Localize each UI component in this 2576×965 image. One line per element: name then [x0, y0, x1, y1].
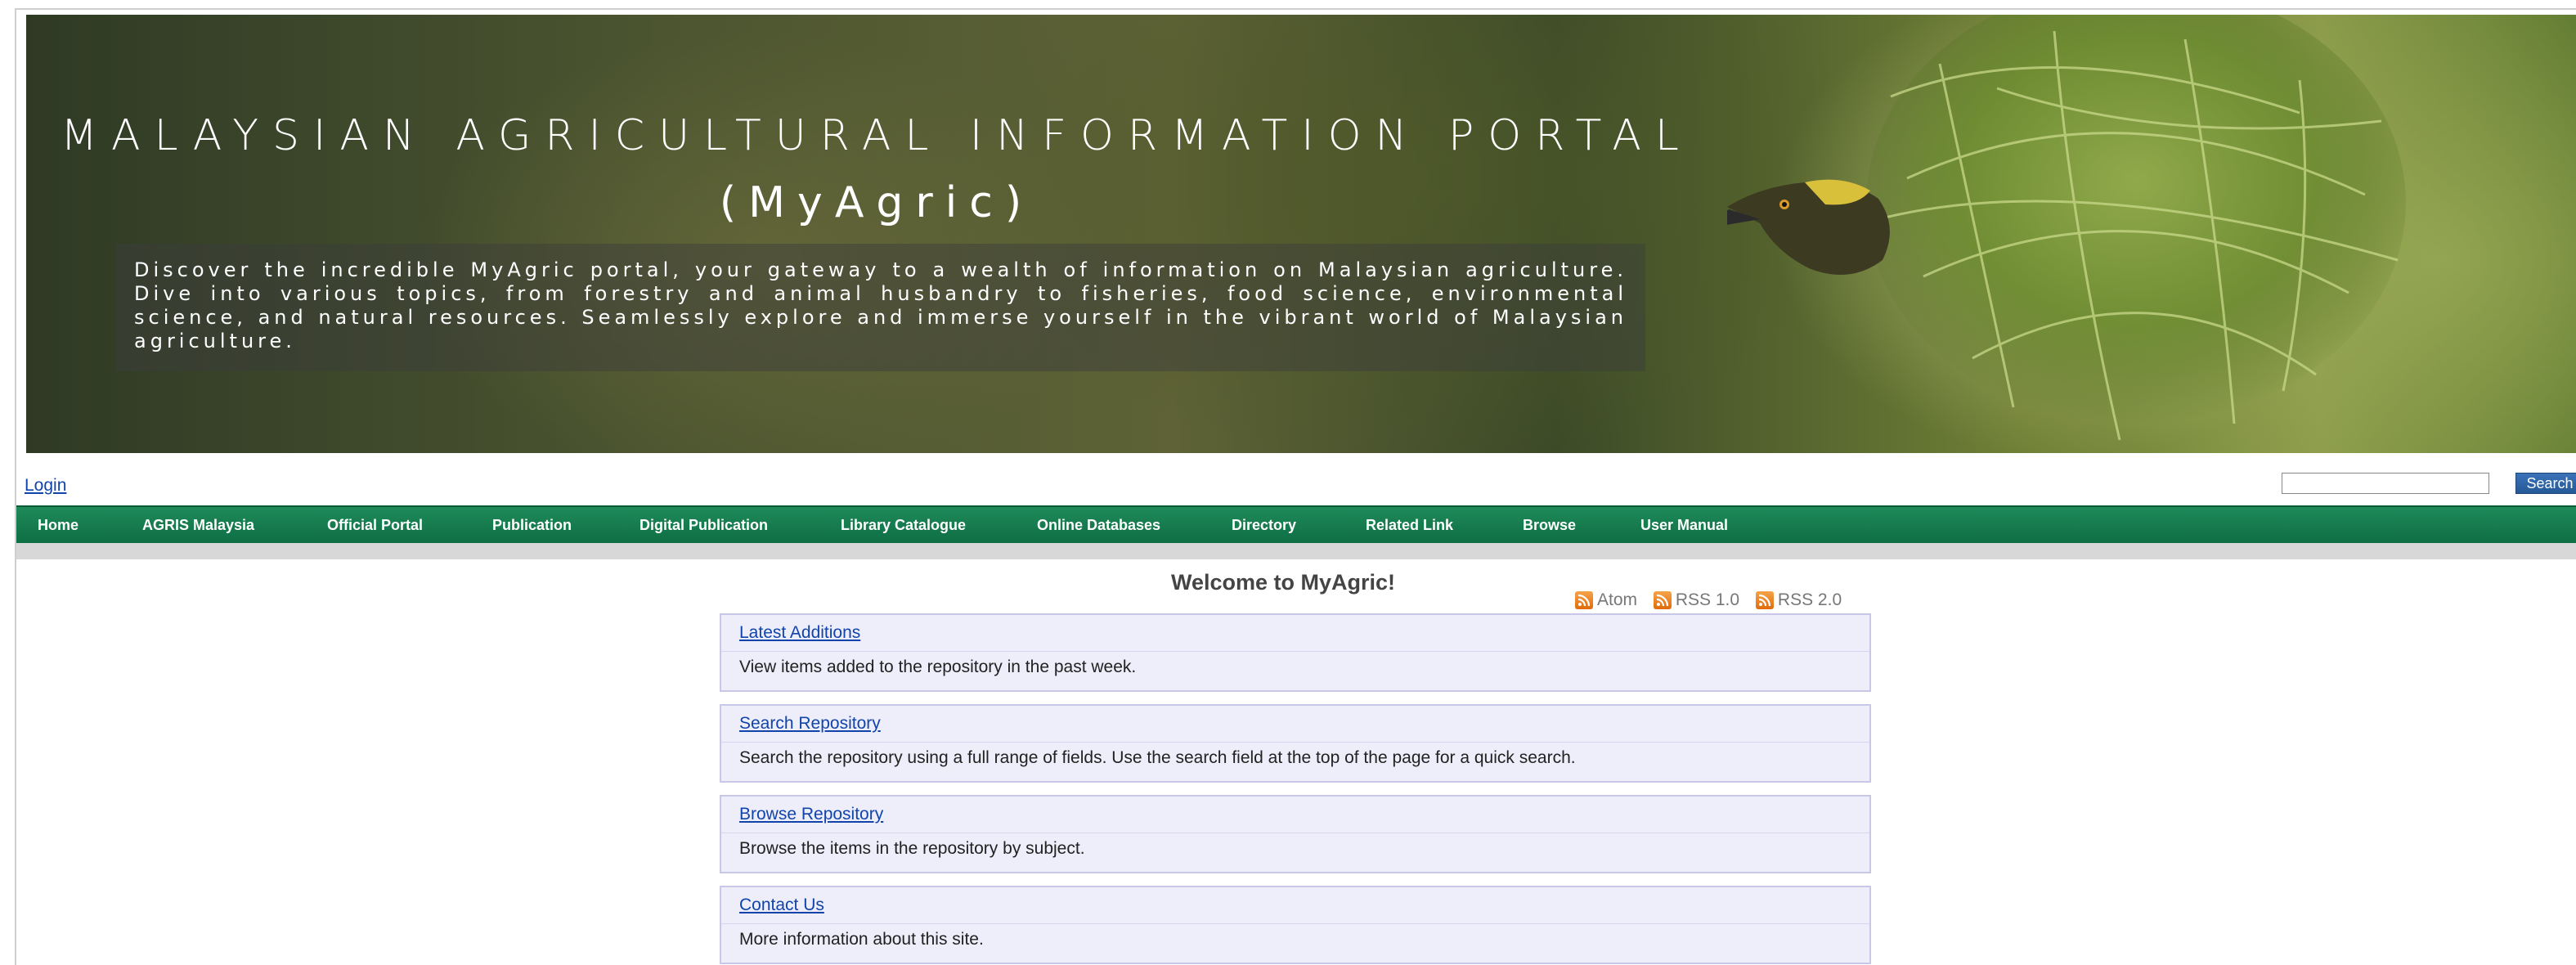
- rss2-feed-link[interactable]: RSS 2.0: [1755, 590, 1842, 610]
- browse-repository-link[interactable]: Browse Repository: [739, 805, 883, 824]
- rss-icon: [1653, 591, 1672, 609]
- card-browse-repository: Browse Repository Browse the items in th…: [720, 795, 1871, 873]
- contact-us-link[interactable]: Contact Us: [739, 895, 824, 915]
- banner-subtitle: (MyAgric): [719, 178, 1034, 227]
- banner-description: Discover the incredible MyAgric portal, …: [116, 244, 1645, 371]
- nav-underbar: [16, 543, 2576, 559]
- nav-item-home[interactable]: Home: [38, 507, 79, 543]
- nav-item-directory[interactable]: Directory: [1232, 507, 1296, 543]
- rss2-feed-label: RSS 2.0: [1777, 590, 1842, 609]
- rss1-feed-link[interactable]: RSS 1.0: [1653, 590, 1740, 610]
- rss-icon: [1575, 591, 1593, 609]
- atom-feed-label: Atom: [1597, 590, 1638, 609]
- bird-shape: [1727, 179, 1890, 275]
- search-button[interactable]: Search: [2515, 473, 2576, 494]
- card-divider: [721, 651, 1869, 652]
- card-latest-additions: Latest Additions View items added to the…: [720, 613, 1871, 692]
- main-navigation: Home AGRIS Malaysia Official Portal Publ…: [16, 505, 2576, 543]
- card-contact-us: Contact Us More information about this s…: [720, 886, 1871, 964]
- login-link[interactable]: Login: [25, 476, 66, 496]
- contact-us-description: More information about this site.: [739, 930, 984, 949]
- page-title: Welcome to MyAgric!: [1171, 570, 1396, 595]
- card-divider: [721, 742, 1869, 743]
- nav-item-official-portal[interactable]: Official Portal: [327, 507, 423, 543]
- rss-icon: [1755, 591, 1774, 609]
- login-search-bar: Login Search: [16, 469, 2576, 502]
- latest-additions-description: View items added to the repository in th…: [739, 658, 1137, 676]
- banner-title: MALAYSIAN AGRICULTURAL INFORMATION PORTA…: [61, 111, 1693, 160]
- browse-repository-description: Browse the items in the repository by su…: [739, 839, 1085, 858]
- rss1-feed-label: RSS 1.0: [1675, 590, 1740, 609]
- nav-item-agris-malaysia[interactable]: AGRIS Malaysia: [142, 507, 254, 543]
- nav-item-digital-publication[interactable]: Digital Publication: [640, 507, 768, 543]
- search-input[interactable]: [2282, 473, 2489, 494]
- feed-links: Atom RSS 1.0 RSS 2.0: [1575, 590, 1853, 613]
- nav-item-library-catalogue[interactable]: Library Catalogue: [841, 507, 966, 543]
- latest-additions-link[interactable]: Latest Additions: [739, 623, 860, 643]
- nav-item-user-manual[interactable]: User Manual: [1640, 507, 1728, 543]
- nav-item-related-link[interactable]: Related Link: [1366, 507, 1453, 543]
- atom-feed-link[interactable]: Atom: [1575, 590, 1637, 610]
- search-repository-description: Search the repository using a full range…: [739, 748, 1576, 767]
- nav-item-browse[interactable]: Browse: [1523, 507, 1576, 543]
- nav-item-publication[interactable]: Publication: [492, 507, 572, 543]
- nav-item-online-databases[interactable]: Online Databases: [1037, 507, 1160, 543]
- weaver-bird-nest-image: [1727, 15, 2406, 441]
- header-banner: MALAYSIAN AGRICULTURAL INFORMATION PORTA…: [26, 15, 2576, 453]
- card-divider: [721, 923, 1869, 924]
- search-repository-link[interactable]: Search Repository: [739, 714, 881, 734]
- card-search-repository: Search Repository Search the repository …: [720, 704, 1871, 783]
